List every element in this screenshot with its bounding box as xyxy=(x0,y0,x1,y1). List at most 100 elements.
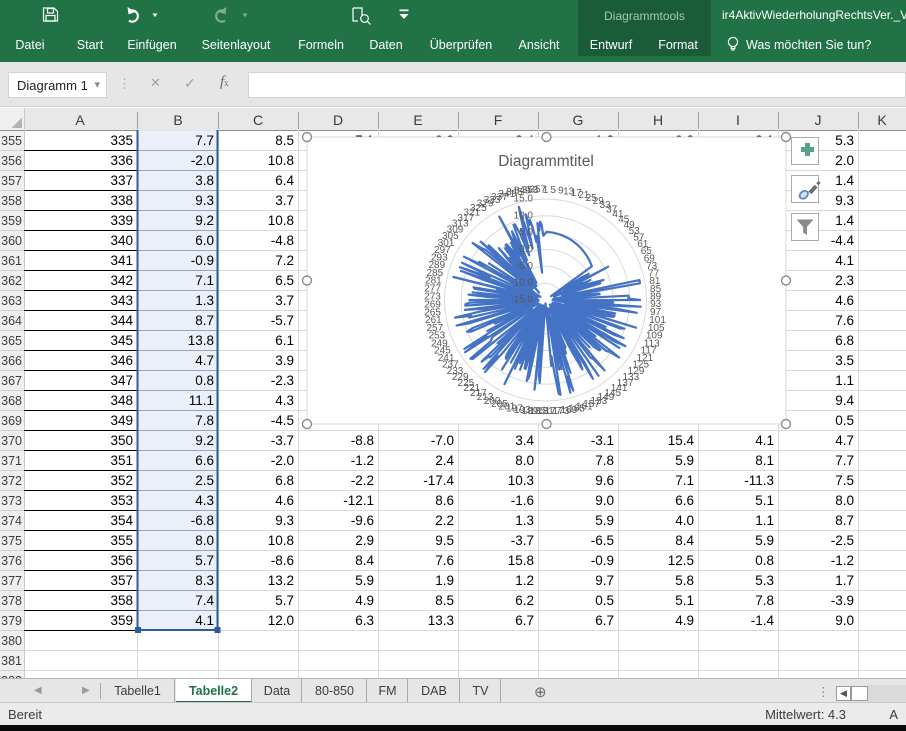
svg-text:344: 344 xyxy=(110,313,133,328)
svg-text:7.5: 7.5 xyxy=(835,473,854,488)
svg-text:379: 379 xyxy=(1,614,22,628)
svg-text:1.3: 1.3 xyxy=(515,513,534,528)
svg-text:4.3: 4.3 xyxy=(195,493,214,508)
svg-text:9.5: 9.5 xyxy=(435,533,454,548)
svg-text:381: 381 xyxy=(1,654,22,668)
svg-text:349: 349 xyxy=(110,413,133,428)
svg-text:-15.0: -15.0 xyxy=(510,295,533,306)
svg-text:-7.0: -7.0 xyxy=(431,433,454,448)
svg-text:375: 375 xyxy=(1,534,22,548)
svg-text:-3.7: -3.7 xyxy=(271,433,294,448)
svg-text:15.4: 15.4 xyxy=(668,433,695,448)
svg-text:366: 366 xyxy=(1,354,22,368)
svg-text:12.0: 12.0 xyxy=(268,613,294,628)
svg-text:9.0: 9.0 xyxy=(835,613,854,628)
svg-text:6.8: 6.8 xyxy=(835,333,854,348)
svg-text:J: J xyxy=(815,112,822,128)
svg-text:7.8: 7.8 xyxy=(755,593,774,608)
svg-text:-0.9: -0.9 xyxy=(191,253,214,268)
svg-text:9.0: 9.0 xyxy=(595,493,614,508)
svg-text:6.6: 6.6 xyxy=(675,493,694,508)
svg-text:377: 377 xyxy=(1,574,22,588)
svg-text:1.3: 1.3 xyxy=(195,293,214,308)
svg-text:2.9: 2.9 xyxy=(355,533,374,548)
svg-text:337: 337 xyxy=(110,173,133,188)
svg-text:373: 373 xyxy=(1,494,22,508)
svg-text:11.1: 11.1 xyxy=(189,393,214,408)
svg-text:6.7: 6.7 xyxy=(595,613,614,628)
svg-text:Diagrammtitel: Diagrammtitel xyxy=(498,153,594,170)
svg-text:5.1: 5.1 xyxy=(675,593,694,608)
svg-text:5.7: 5.7 xyxy=(195,553,214,568)
svg-text:5.9: 5.9 xyxy=(675,453,694,468)
svg-text:4.6: 4.6 xyxy=(835,293,854,308)
svg-text:8.1: 8.1 xyxy=(755,453,774,468)
svg-text:-6.5: -6.5 xyxy=(591,533,614,548)
svg-text:5.8: 5.8 xyxy=(675,573,694,588)
svg-text:9.3: 9.3 xyxy=(195,193,214,208)
svg-text:351: 351 xyxy=(110,453,133,468)
svg-text:-6.8: -6.8 xyxy=(191,513,214,528)
svg-text:8.7: 8.7 xyxy=(195,313,214,328)
svg-text:374: 374 xyxy=(1,514,22,528)
svg-text:7.7: 7.7 xyxy=(195,133,214,148)
svg-text:-1.2: -1.2 xyxy=(831,553,854,568)
svg-text:7.2: 7.2 xyxy=(275,253,294,268)
svg-text:-1.2: -1.2 xyxy=(351,453,374,468)
svg-text:9.6: 9.6 xyxy=(595,473,614,488)
svg-text:7.8: 7.8 xyxy=(595,453,614,468)
svg-text:6.7: 6.7 xyxy=(515,613,534,628)
svg-text:-2.2: -2.2 xyxy=(351,473,374,488)
svg-text:347: 347 xyxy=(110,373,133,388)
svg-text:H: H xyxy=(653,112,663,128)
svg-text:12.5: 12.5 xyxy=(668,553,694,568)
svg-text:9.2: 9.2 xyxy=(195,433,214,448)
svg-text:I: I xyxy=(736,112,740,128)
svg-text:380: 380 xyxy=(1,634,22,648)
svg-text:343: 343 xyxy=(110,293,133,308)
svg-text:363: 363 xyxy=(1,294,22,308)
svg-text:368: 368 xyxy=(1,394,22,408)
svg-text:6.1: 6.1 xyxy=(275,333,294,348)
svg-text:4.1: 4.1 xyxy=(195,613,214,628)
svg-text:3.5: 3.5 xyxy=(835,353,854,368)
svg-text:352: 352 xyxy=(110,473,133,488)
svg-text:346: 346 xyxy=(110,353,133,368)
svg-text:B: B xyxy=(173,112,182,128)
svg-text:5.7: 5.7 xyxy=(275,593,294,608)
svg-text:359: 359 xyxy=(1,214,22,228)
svg-text:0.5: 0.5 xyxy=(835,413,854,428)
svg-text:5.1: 5.1 xyxy=(755,493,774,508)
svg-text:8.0: 8.0 xyxy=(835,493,854,508)
svg-text:-2.0: -2.0 xyxy=(191,153,214,168)
svg-text:7.1: 7.1 xyxy=(195,273,214,288)
svg-text:5.9: 5.9 xyxy=(355,573,374,588)
svg-text:369: 369 xyxy=(1,414,22,428)
svg-text:1.4: 1.4 xyxy=(835,173,854,188)
svg-text:362: 362 xyxy=(1,274,22,288)
svg-text:F: F xyxy=(494,112,503,128)
svg-text:-9.6: -9.6 xyxy=(351,513,374,528)
svg-text:-2.5: -2.5 xyxy=(831,533,854,548)
svg-text:340: 340 xyxy=(110,233,133,248)
svg-text:3.7: 3.7 xyxy=(275,193,294,208)
svg-text:3.7: 3.7 xyxy=(275,293,294,308)
svg-text:9.2: 9.2 xyxy=(195,213,214,228)
svg-text:9.4: 9.4 xyxy=(835,393,854,408)
svg-text:15.8: 15.8 xyxy=(508,553,534,568)
svg-text:364: 364 xyxy=(1,314,22,328)
svg-text:360: 360 xyxy=(1,234,22,248)
svg-text:8.0: 8.0 xyxy=(515,453,534,468)
svg-text:5.3: 5.3 xyxy=(835,133,854,148)
svg-text:4.1: 4.1 xyxy=(835,253,854,268)
svg-text:4.9: 4.9 xyxy=(675,613,694,628)
svg-text:345: 345 xyxy=(110,333,133,348)
svg-text:9.3: 9.3 xyxy=(275,513,294,528)
svg-text:-5.0: -5.0 xyxy=(516,261,534,272)
svg-text:4.7: 4.7 xyxy=(195,353,214,368)
svg-text:356: 356 xyxy=(1,154,22,168)
svg-text:-3.1: -3.1 xyxy=(591,433,614,448)
svg-text:6.8: 6.8 xyxy=(275,473,294,488)
svg-text:8.6: 8.6 xyxy=(435,493,454,508)
svg-text:-4.4: -4.4 xyxy=(831,233,855,248)
